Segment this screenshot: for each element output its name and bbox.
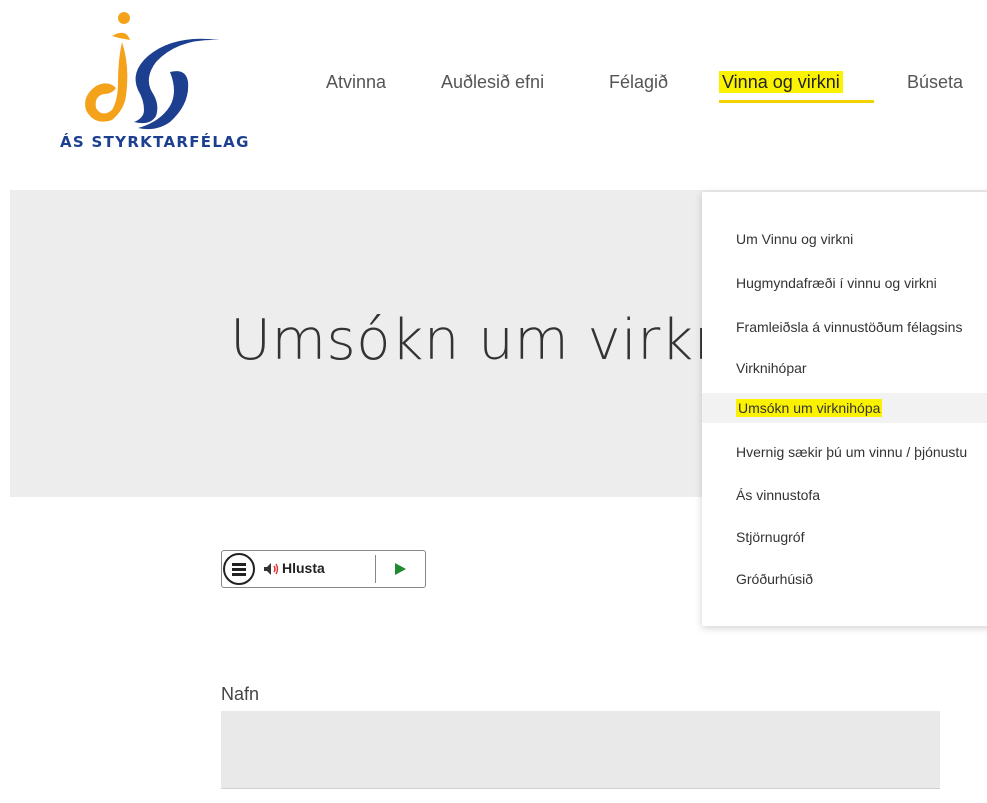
nav-item-buseta[interactable]: Búseta (907, 72, 963, 93)
submenu-item-umsokn-um-virknihopa[interactable]: Umsókn um virknihópa (702, 393, 987, 423)
submenu-item-framleidsla[interactable]: Framleiðsla á vinnustöðum félagsins (702, 312, 987, 342)
as-logo-icon (85, 12, 220, 130)
listen-widget: Hlusta (221, 550, 426, 588)
menu-bar-icon (232, 568, 246, 571)
site-header: ÁS STYRKTARFÉLAG Atvinna Auðlesið efni F… (0, 0, 987, 190)
name-field[interactable] (221, 711, 940, 789)
logo-text: ÁS STYRKTARFÉLAG (60, 133, 250, 151)
nav-item-atvinna[interactable]: Atvinna (326, 72, 386, 93)
submenu-item-virknihopar[interactable]: Virknihópar (702, 353, 987, 383)
listen-button[interactable]: Hlusta (282, 560, 325, 576)
nav-item-vinna-og-virkni[interactable]: Vinna og virkni (719, 71, 843, 93)
submenu-item-stjornugrof[interactable]: Stjörnugróf (702, 522, 987, 552)
submenu-dropdown: Um Vinnu og virkni Hugmyndafræði í vinnu… (702, 192, 987, 626)
divider (375, 555, 376, 583)
submenu-item-um-vinnu-og-virkni[interactable]: Um Vinnu og virkni (702, 224, 987, 254)
submenu-item-label: Umsókn um virknihópa (736, 399, 883, 417)
nav-item-label: Vinna og virkni (719, 71, 843, 93)
submenu-item-as-vinnustofa[interactable]: Ás vinnustofa (702, 480, 987, 510)
submenu-item-hvernig-saekir[interactable]: Hvernig sækir þú um vinnu / þjónustu (702, 437, 987, 467)
logo[interactable]: ÁS STYRKTARFÉLAG (60, 10, 248, 160)
nav-item-felagid[interactable]: Félagið (609, 72, 668, 93)
submenu-item-hugmyndafraedi[interactable]: Hugmyndafræði í vinnu og virkni (702, 268, 987, 298)
menu-bar-icon (232, 563, 246, 566)
play-icon[interactable] (393, 562, 407, 581)
listen-menu-button[interactable] (223, 553, 255, 585)
active-nav-underline (719, 100, 874, 103)
speaker-icon (262, 560, 280, 583)
menu-bar-icon (232, 573, 246, 576)
submenu-item-grodurhusid[interactable]: Gróðurhúsið (702, 564, 987, 594)
name-label: Nafn (221, 684, 260, 704)
nav-item-audlesid-efni[interactable]: Auðlesið efni (441, 72, 544, 93)
